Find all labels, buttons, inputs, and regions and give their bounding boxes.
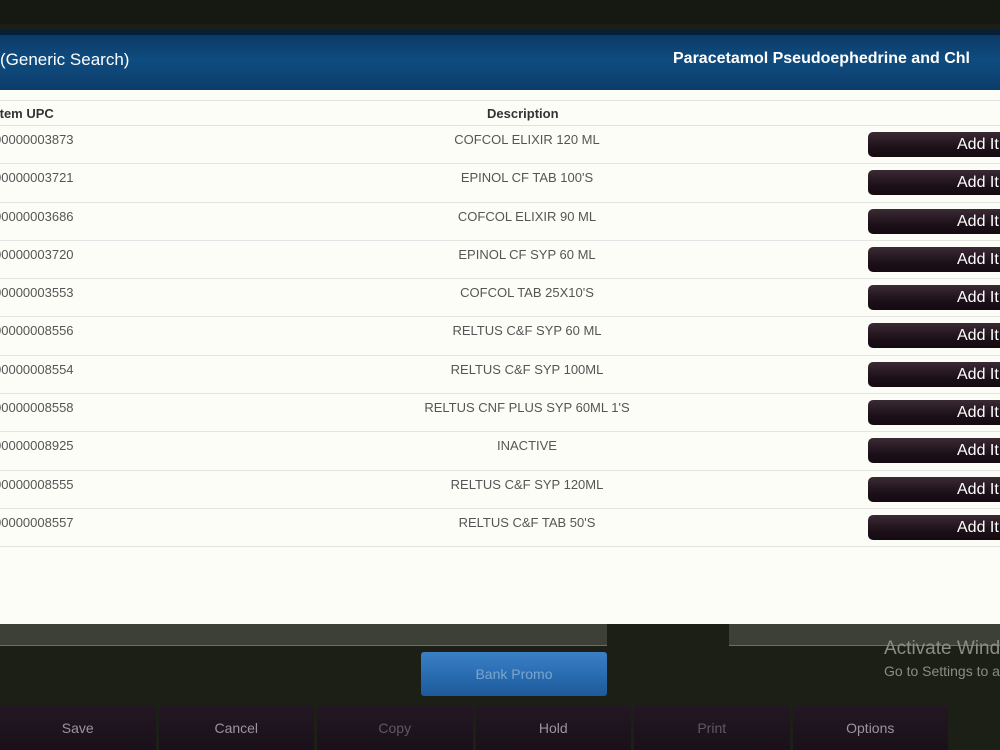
table-row: 00000003553 COFCOL TAB 25X10'S Add It	[0, 279, 1000, 318]
add-item-button[interactable]: Add It	[868, 438, 1000, 464]
generic-search-modal: (Generic Search) Paracetamol Pseudoephed…	[0, 30, 1000, 624]
item-description: COFCOL ELIXIR 90 ML	[457, 208, 597, 224]
add-item-button[interactable]: Add It	[868, 132, 1000, 157]
results-table: Item UPC Description 00000003873 COFCOL E…	[0, 100, 1000, 548]
background-panel-left	[0, 624, 607, 646]
add-item-button[interactable]: Add It	[868, 170, 1000, 196]
table-row: 00000003720 EPINOL CF SYP 60 ML Add It	[0, 241, 1000, 280]
table-row: 00000003873 COFCOL ELIXIR 120 ML Add It	[0, 126, 1000, 165]
save-button[interactable]: Save	[0, 706, 156, 750]
item-upc: 00000003686	[0, 208, 74, 224]
copy-button[interactable]: Copy	[317, 706, 473, 750]
bank-promo-button[interactable]: Bank Promo	[421, 652, 607, 696]
modal-title: (Generic Search)	[0, 50, 130, 69]
add-item-button[interactable]: Add It	[868, 285, 1000, 311]
table-row: 00000008558 RELTUS CNF PLUS SYP 60ML 1'S A…	[0, 394, 1000, 433]
item-upc: 00000008558	[0, 400, 74, 416]
bottom-toolbar: Save Cancel Copy Hold Print Options	[0, 706, 951, 750]
generic-name-title: Paracetamol Pseudoephedrine and Chl	[673, 50, 970, 67]
table-row: 00000008554 RELTUS C&F SYP 100ML Add It	[0, 356, 1000, 395]
item-description: EPINOL CF TAB 100'S	[460, 170, 594, 186]
item-upc: 00000008555	[0, 476, 74, 492]
item-upc: 00000003721	[0, 170, 74, 186]
item-upc: 00000008557	[0, 514, 74, 530]
item-description: INACTIVE	[497, 438, 557, 454]
options-button[interactable]: Options	[792, 706, 948, 750]
item-upc: 00000003873	[0, 132, 74, 147]
add-item-button[interactable]: Add It	[868, 400, 1000, 426]
item-description: EPINOL CF SYP 60 ML	[458, 246, 596, 262]
item-upc: 00000003553	[0, 285, 74, 301]
add-item-button[interactable]: Add It	[868, 323, 1000, 349]
item-upc: 00000008554	[0, 361, 74, 377]
item-description: RELTUS C&F SYP 60 ML	[452, 323, 602, 339]
table-body: 00000003873 COFCOL ELIXIR 120 ML Add It 000…	[0, 126, 1000, 548]
table-header: Item UPC Description	[0, 100, 1000, 126]
add-item-button[interactable]: Add It	[868, 514, 1000, 540]
item-upc: 00000008556	[0, 323, 74, 339]
add-item-button[interactable]: Add It	[868, 361, 1000, 387]
add-item-button[interactable]: Add It	[868, 476, 1000, 502]
pos-screen: (Generic Search) Paracetamol Pseudoephed…	[0, 0, 1000, 750]
column-header-description: Description	[487, 106, 559, 121]
table-row: 00000003686 COFCOL ELIXIR 90 ML Add It	[0, 203, 1000, 241]
activate-windows-subtitle: Go to Settings to activate Windows.	[884, 663, 1000, 679]
add-item-button[interactable]: Add It	[868, 246, 1000, 272]
item-description: COFCOL ELIXIR 120 ML	[454, 132, 600, 147]
column-header-upc: Item UPC	[0, 106, 54, 121]
table-row: 00000008925 INACTIVE Add It	[0, 432, 1000, 471]
modal-header: (Generic Search) Paracetamol Pseudoephed…	[0, 30, 1000, 90]
print-button[interactable]: Print	[634, 706, 790, 750]
table-row: 00000008557 RELTUS C&F TAB 50'S Add It	[0, 509, 1000, 548]
item-description: RELTUS C&F TAB 50'S	[458, 514, 596, 530]
item-upc: 00000003720	[0, 246, 74, 262]
item-description: RELTUS CNF PLUS SYP 60ML 1'S	[424, 400, 630, 416]
table-row: 00000008556 RELTUS C&F SYP 60 ML Add It	[0, 317, 1000, 356]
item-description: COFCOL TAB 25X10'S	[460, 285, 594, 301]
top-strip	[0, 0, 1000, 24]
item-upc: 00000008925	[0, 438, 74, 454]
activate-windows-title: Activate Windows	[884, 638, 1000, 659]
cancel-button[interactable]: Cancel	[158, 706, 314, 750]
item-description: RELTUS C&F SYP 120ML	[450, 476, 604, 492]
table-row: 00000003721 EPINOL CF TAB 100'S Add It	[0, 164, 1000, 203]
table-row: 00000008555 RELTUS C&F SYP 120ML Add It	[0, 471, 1000, 509]
item-description: RELTUS C&F SYP 100ML	[450, 361, 604, 377]
hold-button[interactable]: Hold	[475, 706, 631, 750]
add-item-button[interactable]: Add It	[868, 208, 1000, 234]
